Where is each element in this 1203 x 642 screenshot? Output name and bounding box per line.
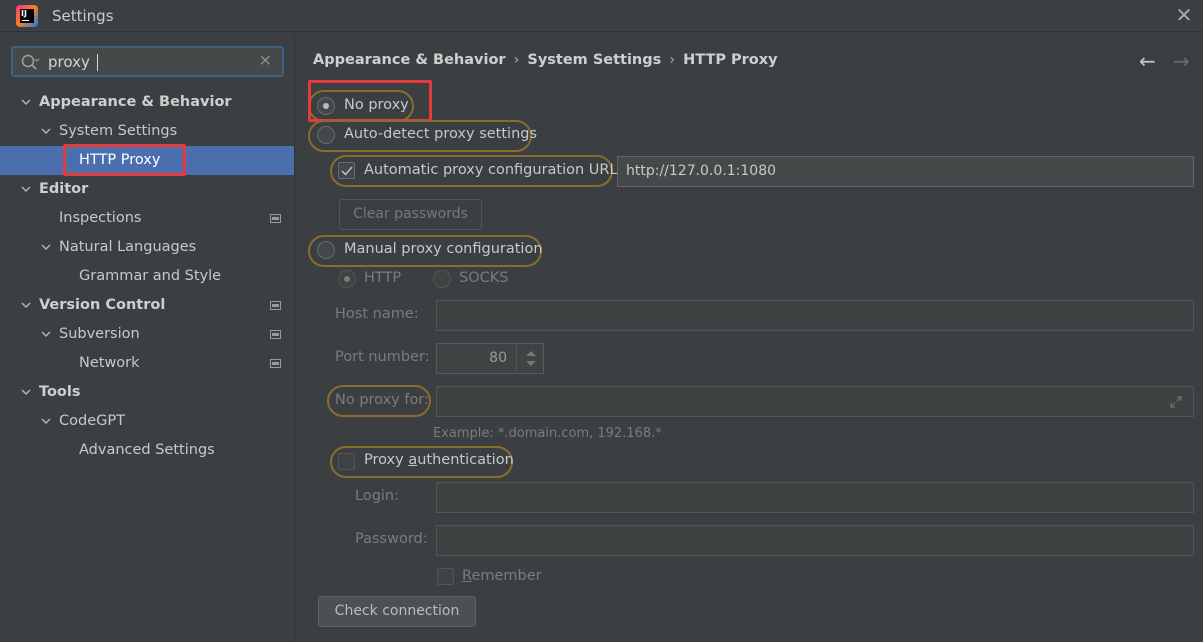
window-title: Settings (52, 7, 114, 25)
sidebar-item-system-settings[interactable]: System Settings (0, 117, 294, 146)
auto-config-url-field[interactable]: http://127.0.0.1:1080 (617, 156, 1194, 187)
port-number-value: 80 (489, 350, 507, 366)
sidebar-item-label: System Settings (59, 123, 178, 139)
breadcrumb: Appearance & Behavior › System Settings › HT… (313, 52, 778, 68)
check-connection-button[interactable]: Check connection (318, 596, 476, 627)
sidebar-item-label: Inspections (59, 210, 142, 226)
sidebar-item-version-control[interactable]: Version Control (0, 291, 294, 320)
annotation-highlight-box (63, 144, 186, 176)
login-label: Login: (355, 488, 400, 504)
search-icon[interactable] (20, 53, 40, 73)
project-level-icon (270, 359, 281, 368)
proxy-authentication-label: Proxy authentication (364, 452, 514, 468)
socks-label: SOCKS (459, 270, 509, 286)
chevron-down-icon[interactable] (21, 300, 31, 310)
spinner-down-icon[interactable] (526, 361, 536, 366)
project-level-icon (270, 330, 281, 339)
proxy-authentication-label-suffix: uthentication (417, 452, 514, 468)
checkmark-icon (341, 166, 353, 176)
auto-config-url-checkbox[interactable] (338, 162, 355, 179)
project-level-icon (270, 214, 281, 223)
sidebar-item-inspections[interactable]: Inspections (0, 204, 294, 233)
chevron-down-icon[interactable] (21, 97, 31, 107)
breadcrumb-item: HTTP Proxy (683, 52, 778, 68)
password-field[interactable] (436, 525, 1194, 556)
chevron-down-icon[interactable] (41, 416, 51, 426)
annotation-highlight-box (308, 80, 432, 122)
sidebar-item-natural-languages[interactable]: Natural Languages (0, 233, 294, 262)
port-number-stepper[interactable]: 80 (436, 343, 544, 374)
port-number-label: Port number: (335, 349, 430, 365)
stepper-buttons[interactable] (516, 344, 543, 373)
sidebar-item-grammar-style[interactable]: Grammar and Style (0, 262, 294, 291)
auto-config-url-value: http://127.0.0.1:1080 (626, 163, 777, 179)
breadcrumb-separator: › (669, 52, 676, 68)
proxy-authentication-checkbox[interactable] (338, 453, 355, 470)
login-field[interactable] (436, 482, 1194, 513)
password-label: Password: (355, 531, 428, 547)
settings-search-box[interactable]: ✕ (11, 46, 284, 77)
sidebar-item-network[interactable]: Network (0, 349, 294, 378)
sidebar-item-advanced-settings[interactable]: Advanced Settings (0, 436, 294, 465)
http-label: HTTP (364, 270, 402, 286)
expand-icon[interactable] (1169, 395, 1183, 409)
sidebar-item-editor[interactable]: Editor (0, 175, 294, 204)
sidebar-item-appearance-behavior[interactable]: Appearance & Behavior (0, 88, 294, 117)
remember-checkbox[interactable] (437, 568, 454, 585)
sidebar-item-codegpt[interactable]: CodeGPT (0, 407, 294, 436)
clear-passwords-button[interactable]: Clear passwords (339, 199, 482, 230)
sidebar-item-label: Grammar and Style (79, 268, 222, 284)
breadcrumb-separator: › (513, 52, 520, 68)
no-proxy-for-field[interactable] (436, 386, 1194, 417)
sidebar-item-label: Subversion (59, 326, 140, 342)
settings-main-panel: Appearance & Behavior › System Settings › HT… (296, 33, 1203, 642)
proxy-authentication-label-prefix: Proxy (364, 452, 409, 468)
sidebar-item-label: Editor (39, 181, 89, 197)
sidebar-item-label: Natural Languages (59, 239, 197, 255)
chevron-down-icon[interactable] (41, 242, 51, 252)
forward-arrow-icon[interactable]: → (1173, 49, 1190, 73)
back-arrow-icon[interactable]: ← (1139, 49, 1156, 73)
sidebar-item-label: Version Control (39, 297, 166, 313)
manual-proxy-radio[interactable] (317, 241, 335, 259)
no-proxy-for-example: Example: *.domain.com, 192.168.* (433, 426, 662, 441)
auto-config-url-label: Automatic proxy configuration URL: (364, 162, 623, 178)
clear-search-icon[interactable]: ✕ (259, 51, 272, 70)
no-proxy-for-label: No proxy for: (335, 392, 429, 408)
chevron-down-icon[interactable] (41, 329, 51, 339)
text-caret (97, 54, 98, 71)
manual-proxy-label: Manual proxy configuration (344, 241, 543, 257)
chevron-down-icon[interactable] (21, 184, 31, 194)
auto-detect-radio[interactable] (317, 126, 335, 144)
settings-sidebar: ✕ Appearance & Behavior System Settings … (0, 33, 295, 642)
http-proxy-settings: No proxy Auto-detect proxy settings Auto… (296, 80, 1203, 642)
proxy-authentication-mnemonic: a (408, 452, 418, 468)
auto-detect-label: Auto-detect proxy settings (344, 126, 538, 142)
breadcrumb-item: System Settings (527, 52, 662, 68)
sidebar-item-label: CodeGPT (59, 413, 125, 429)
remember-label-suffix: emember (471, 568, 542, 584)
remember-label: Remember (462, 568, 542, 584)
sidebar-item-label: Appearance & Behavior (39, 94, 232, 110)
socks-radio[interactable] (433, 270, 451, 288)
chevron-down-icon[interactable] (21, 387, 31, 397)
search-input[interactable] (48, 51, 248, 73)
http-radio[interactable] (338, 270, 356, 288)
chevron-down-icon[interactable] (41, 126, 51, 136)
sidebar-item-label: Network (79, 355, 140, 371)
sidebar-item-label: Tools (39, 384, 81, 400)
host-name-label: Host name: (335, 306, 419, 322)
close-icon[interactable]: ✕ (1173, 4, 1195, 26)
sidebar-item-subversion[interactable]: Subversion (0, 320, 294, 349)
host-name-field[interactable] (436, 300, 1194, 331)
project-level-icon (270, 301, 281, 310)
sidebar-item-tools[interactable]: Tools (0, 378, 294, 407)
sidebar-item-label: Advanced Settings (79, 442, 215, 458)
spinner-up-icon[interactable] (526, 351, 536, 356)
title-bar: IJ Settings ✕ (0, 0, 1203, 32)
intellij-app-icon: IJ (16, 5, 38, 27)
breadcrumb-item: Appearance & Behavior (313, 52, 506, 68)
